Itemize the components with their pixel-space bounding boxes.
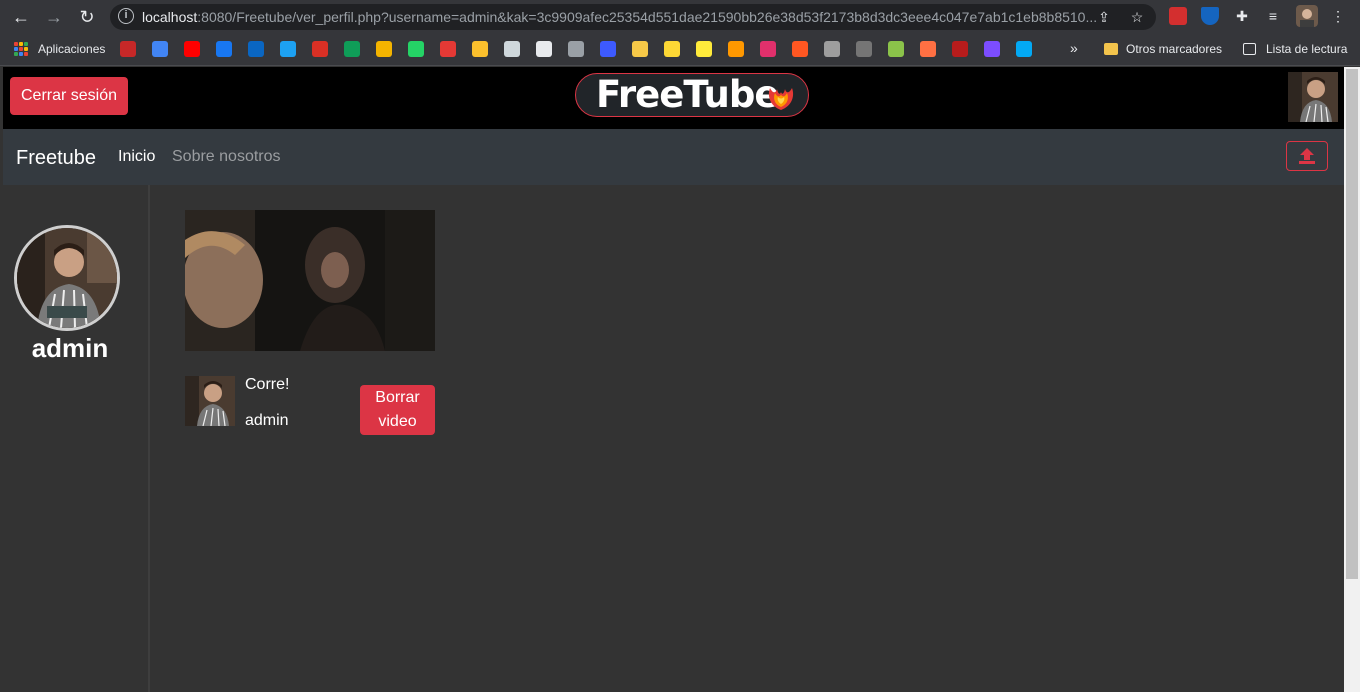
bookmarks-bar: Aplicaciones » Otros marcadores Lista de… [0,34,1360,66]
profile-avatar [14,225,120,331]
bookmark-favicon-icon[interactable] [792,41,808,57]
logo-text: FreeTube [596,73,779,116]
bookmark-favicon-icon[interactable] [632,41,648,57]
media-queue-icon[interactable]: ≡ [1264,7,1282,25]
site-info-icon[interactable]: i [118,8,134,24]
bookmark-favicon-icon[interactable] [888,41,904,57]
bookmark-favicon-icon[interactable] [696,41,712,57]
bookmark-favicon-icon[interactable] [312,41,328,57]
video-owner-name: admin [245,412,289,429]
nav-link-sobre-nosotros[interactable]: Sobre nosotros [172,148,281,166]
bookmark-apps[interactable]: Aplicaciones [38,42,105,56]
profile-username: admin [31,333,109,363]
nav-link-inicio[interactable]: Inicio [118,148,155,166]
main-navbar: Freetube Inicio Sobre nosotros [3,129,1344,185]
bookmark-favicon-icon[interactable] [216,41,232,57]
page-scrollbar[interactable] [1344,67,1360,692]
phoenix-flame-icon [768,88,794,110]
bookmark-favicon-icon[interactable] [248,41,264,57]
delete-label-line2: video [378,413,417,430]
bookmark-favicon-icon[interactable] [408,41,424,57]
puzzle-extensions-icon[interactable]: ✚ [1233,7,1251,25]
bookmark-favicon-icon[interactable] [760,41,776,57]
share-icon[interactable]: ⇪ [1095,8,1113,26]
site-logo[interactable]: FreeTube [575,73,809,117]
bookmark-favicon-icon[interactable] [920,41,936,57]
bookmark-favicon-icon[interactable] [856,41,872,57]
scrollbar-thumb[interactable] [1346,69,1358,579]
video-title[interactable]: Corre! [245,376,289,394]
reload-icon[interactable]: ↻ [76,6,98,28]
forward-arrow-icon[interactable]: → [43,6,65,28]
address-bar[interactable]: i localhost:8080/Freetube/ver_perfil.php… [110,4,1156,30]
reading-list-icon [1243,43,1256,55]
bookmark-favicon-icon[interactable] [536,41,552,57]
bookmark-favicon-icon[interactable] [184,41,200,57]
more-bookmarks-icon[interactable]: » [1070,40,1078,56]
lock-extension-icon[interactable] [1169,7,1187,25]
back-arrow-icon[interactable]: ← [10,6,32,28]
video-owner-avatar[interactable] [185,376,235,426]
bookmark-reading-list[interactable]: Lista de lectura [1266,42,1347,56]
profile-avatar-icon[interactable] [1296,5,1318,27]
profile-sidebar: admin [0,185,150,692]
site-header: Cerrar sesión FreeTube [3,67,1344,129]
bookmark-favicon-icon[interactable] [824,41,840,57]
bookmark-favicon-icon[interactable] [568,41,584,57]
browser-toolbar: ← → ↻ i localhost:8080/Freetube/ver_perf… [0,0,1360,34]
shield-extension-icon[interactable] [1201,7,1219,25]
address-url: localhost:8080/Freetube/ver_perfil.php?u… [142,9,1098,25]
logout-button[interactable]: Cerrar sesión [10,77,128,115]
bookmark-favicon-icon[interactable] [984,41,1000,57]
bookmark-favicon-icon[interactable] [280,41,296,57]
user-avatar[interactable] [1288,72,1338,122]
bookmark-star-icon[interactable]: ☆ [1128,8,1146,26]
bookmark-favicon-icon[interactable] [504,41,520,57]
bookmark-favicon-icon[interactable] [600,41,616,57]
bookmark-favicon-icon[interactable] [952,41,968,57]
bookmark-favicon-icon[interactable] [1016,41,1032,57]
bookmark-favicon-icon[interactable] [120,41,136,57]
folder-icon [1104,43,1118,55]
page-content: Cerrar sesión FreeTube Freetube Inicio S… [0,67,1344,692]
apps-grid-icon[interactable] [14,42,28,56]
bookmark-favicon-icon[interactable] [728,41,744,57]
bookmark-favicon-icon[interactable] [440,41,456,57]
bookmark-favicon-icon[interactable] [152,41,168,57]
menu-kebab-icon[interactable]: ⋮ [1329,7,1347,25]
upload-icon [1299,148,1315,164]
bookmark-favicon-icon[interactable] [472,41,488,57]
bookmark-other[interactable]: Otros marcadores [1126,42,1222,56]
video-thumbnail[interactable] [185,210,435,351]
bookmark-favicon-icon[interactable] [664,41,680,57]
navbar-brand[interactable]: Freetube [16,147,96,170]
delete-video-button[interactable]: Borrar video [360,385,435,435]
bookmark-favicon-icon[interactable] [376,41,392,57]
delete-label-line1: Borrar [375,389,420,406]
bookmark-favicon-icon[interactable] [344,41,360,57]
profile-photo [17,228,117,328]
upload-button[interactable] [1286,141,1328,171]
